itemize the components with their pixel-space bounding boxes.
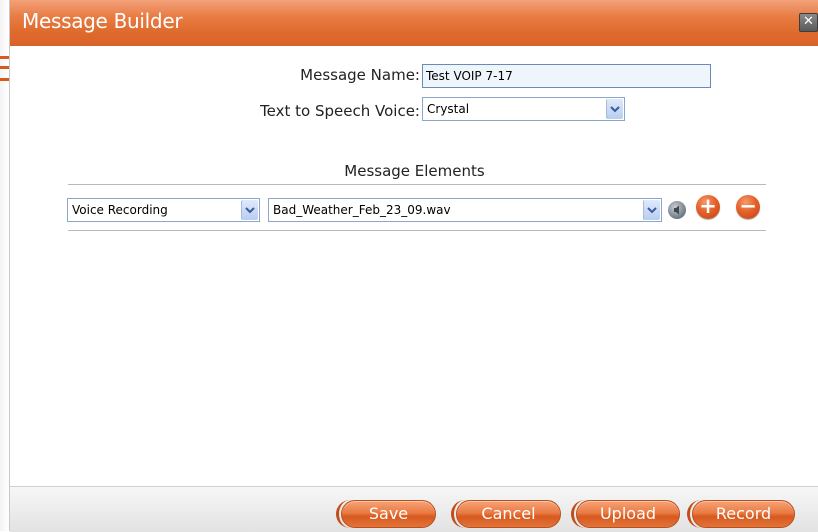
- dialog-footer: Save Cancel Upload Record: [10, 486, 818, 532]
- record-button[interactable]: Record: [687, 500, 795, 528]
- add-element-button[interactable]: +: [696, 195, 720, 219]
- close-button[interactable]: ✕: [799, 13, 818, 32]
- plus-icon: +: [699, 194, 717, 218]
- tts-voice-value: Crystal: [427, 102, 470, 116]
- minus-icon: −: [739, 194, 757, 218]
- message-elements-heading: Message Elements: [344, 162, 485, 180]
- chevron-down-icon[interactable]: [606, 99, 623, 119]
- close-icon: ✕: [803, 14, 814, 29]
- remove-element-button[interactable]: −: [736, 195, 760, 219]
- chevron-down-icon[interactable]: [643, 200, 660, 220]
- record-button-label: Record: [715, 504, 772, 523]
- upload-button-label: Upload: [599, 504, 657, 523]
- chevron-down-icon[interactable]: [241, 200, 258, 220]
- upload-button[interactable]: Upload: [571, 500, 680, 528]
- tts-voice-select[interactable]: Crystal: [422, 97, 625, 121]
- divider-bottom: [68, 230, 766, 231]
- element-type-select[interactable]: Voice Recording: [67, 198, 260, 222]
- save-button[interactable]: Save: [336, 500, 436, 528]
- message-name-label: Message Name:: [300, 66, 420, 84]
- divider-top: [68, 184, 766, 185]
- dialog-titlebar[interactable]: Message Builder ✕: [10, 0, 818, 46]
- element-type-value: Voice Recording: [72, 203, 168, 217]
- dialog-title: Message Builder: [22, 9, 183, 33]
- message-builder-dialog: Message Builder ✕ Message Name: Text to …: [9, 0, 818, 532]
- background-page-edge: [0, 0, 9, 531]
- background-marker: [0, 56, 9, 59]
- background-marker: [0, 66, 9, 69]
- tts-voice-label: Text to Speech Voice:: [260, 102, 420, 120]
- cancel-button[interactable]: Cancel: [451, 500, 561, 528]
- message-name-input[interactable]: [422, 64, 711, 88]
- background-marker: [0, 78, 9, 81]
- element-file-value: Bad_Weather_Feb_23_09.wav: [273, 203, 451, 217]
- speaker-icon[interactable]: [668, 201, 686, 219]
- cancel-button-label: Cancel: [481, 504, 536, 523]
- save-button-label: Save: [368, 504, 409, 523]
- element-file-select[interactable]: Bad_Weather_Feb_23_09.wav: [268, 198, 662, 222]
